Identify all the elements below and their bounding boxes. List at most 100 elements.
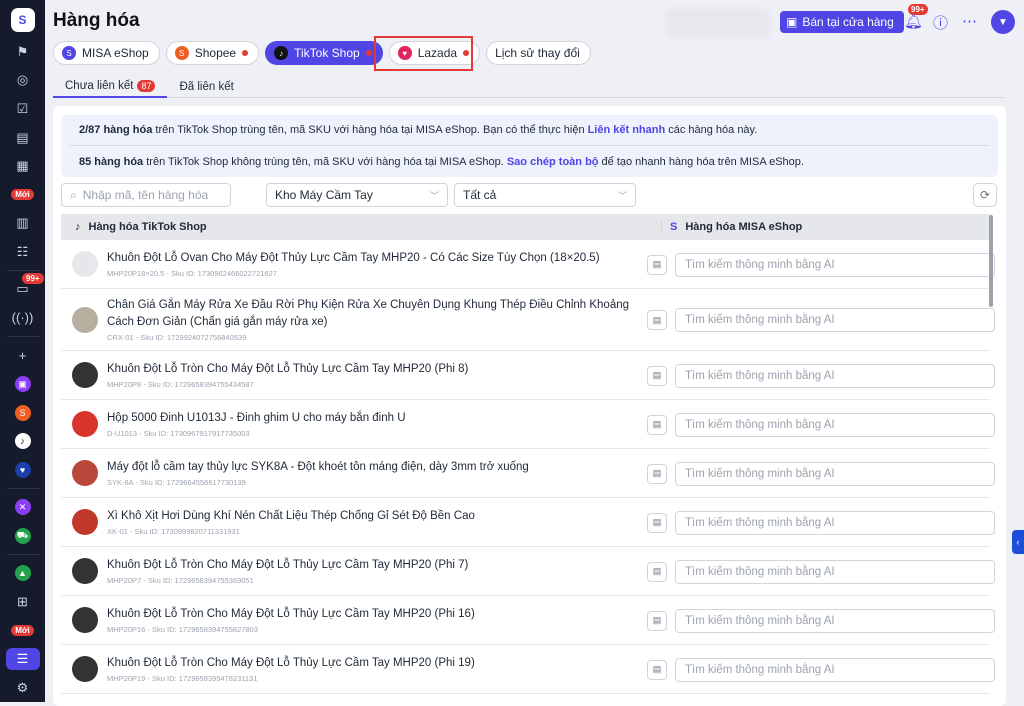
ai-search-input[interactable]: Tìm kiếm thông minh bằng AI [675,657,995,682]
product-thumbnail [72,411,98,437]
tab-change-history[interactable]: Lịch sử thay đổi [486,41,591,65]
table-row: Xì Khô Xịt Hơi Dùng Khí Nén Chất Liệu Th… [61,498,995,547]
info-text: trên TikTok Shop không trùng tên, mã SKU… [146,155,504,168]
pos-store-icon[interactable]: ▣ [0,370,45,399]
create-product-button[interactable]: ▤ [647,365,667,386]
tab-unlinked[interactable]: Chưa liên kết 87 [53,76,168,98]
help-icon[interactable]: ⓘ [933,12,948,33]
apps-icon[interactable]: ⊞ [0,588,45,617]
count-badge: 87 [137,80,156,92]
lazada-icon[interactable]: ♥ [0,455,45,484]
shopee-icon[interactable]: S [0,398,45,427]
app-logo[interactable]: S [10,8,35,32]
product-name: Khuôn Đột Lỗ Tròn Cho Máy Đột Lỗ Thủy Lự… [107,559,469,571]
menu-list-icon[interactable]: ☰ [0,645,45,674]
more-icon[interactable]: ⋯ [962,12,977,30]
new-feature-icon[interactable]: Mới [0,180,45,209]
tab-label: Chưa liên kết [65,80,134,92]
tab-misa-eshop[interactable]: S MISA eShop [53,41,160,65]
ai-search-input[interactable]: Tìm kiếm thông minh bằng AI [675,510,995,535]
create-product-button[interactable]: ▤ [647,414,667,435]
tiktok-icon: ♪ [75,221,81,233]
product-sku: SYK-8A - Sku ID: 1729664556617730139 [107,478,246,487]
app-a-icon[interactable]: ▲ [0,559,45,588]
status-value: Tất cả [463,188,497,202]
list-icon[interactable]: ☷ [0,238,45,267]
product-name: Khuôn Đột Lỗ Tròn Cho Máy Đột Lỗ Thủy Lự… [107,608,475,620]
product-name: Xì Khô Xịt Hơi Dùng Khí Nén Chất Liệu Th… [107,510,475,522]
refresh-button[interactable]: ⟳ [973,183,997,207]
info-text: trên TikTok Shop trùng tên, mã SKU với h… [155,124,585,136]
order-check-icon[interactable]: ☑ [0,95,45,124]
product-thumbnail [72,558,98,584]
dashboard-icon[interactable]: ◎ [0,66,45,95]
link-status-tabs: Chưa liên kết 87 Đã liên kết [53,76,1005,98]
document-icon[interactable]: ▤ [0,123,45,152]
create-product-button[interactable]: ▤ [647,610,667,631]
product-thumbnail [72,251,98,277]
ai-search-input[interactable]: Tìm kiếm thông minh bằng AI [675,252,995,277]
receipt-icon[interactable]: ▦ [0,152,45,181]
tiktok-icon[interactable]: ♪ [0,427,45,456]
copy-all-link[interactable]: Sao chép toàn bộ [507,156,599,168]
content-card: 2/87 hàng hóa trên TikTok Shop trùng tên… [53,106,1006,706]
ai-search-input[interactable]: Tìm kiếm thông minh bằng AI [675,412,995,437]
add-icon[interactable]: + [0,341,45,370]
new-feature-icon[interactable]: Mới [0,616,45,645]
product-thumbnail [72,306,98,333]
tab-label: MISA eShop [82,46,149,60]
create-product-button[interactable]: ▤ [647,512,667,533]
misa-logo-icon: S [670,221,678,233]
warehouse-select[interactable]: Kho Máy Cầm Tay ﹀ [266,183,448,207]
broadcast-icon[interactable]: ((·)) [0,304,45,333]
ai-search-placeholder: Tìm kiếm thông minh bằng AI [685,418,835,431]
status-select[interactable]: Tất cả ﹀ [454,183,636,207]
flag-icon[interactable]: ⚑ [0,38,45,67]
create-product-button[interactable]: ▤ [647,561,667,582]
ai-search-placeholder: Tìm kiếm thông minh bằng AI [685,314,835,326]
create-product-button[interactable]: ▤ [647,463,667,484]
ai-search-placeholder: Tìm kiếm thông minh bằng AI [685,258,835,271]
product-sku: XK-01 - Sku ID: 1730999820711331931 [107,527,240,536]
ai-search-input[interactable]: Tìm kiếm thông minh bằng AI [675,608,995,633]
ai-search-input[interactable]: Tìm kiếm thông minh bằng AI [675,559,995,584]
scrollbar[interactable] [989,215,993,307]
create-product-button[interactable]: ▤ [647,659,667,680]
product-name: Hộp 5000 Đinh U1013J - Đinh ghim U cho m… [107,412,406,424]
info-banner: 2/87 hàng hóa trên TikTok Shop trùng tên… [61,115,998,177]
file-icon: ▤ [652,419,662,429]
misa-logo-icon: S [62,46,76,60]
quick-link-link[interactable]: Liên kết nhanh [588,124,666,136]
tab-tiktok-shop[interactable]: ♪ TikTok Shop [265,41,383,65]
ai-search-input[interactable]: Tìm kiếm thông minh bằng AI [675,461,995,486]
search-input[interactable]: ⌕ Nhập mã, tên hàng hóa [61,183,231,207]
table-row: Khuôn Đột Lỗ Tròn Cho Máy Đột Lỗ Thủy Lự… [61,547,995,596]
warehouse-value: Kho Máy Cầm Tay [275,188,373,202]
ai-search-input[interactable]: Tìm kiếm thông minh bằng AI [675,308,995,332]
side-panel-toggle[interactable]: ‹ [1012,530,1024,554]
product-name: Khuôn Đột Lỗ Tròn Cho Máy Đột Lỗ Thủy Lự… [107,657,475,669]
product-thumbnail [72,509,98,535]
divider [6,270,39,272]
file-icon: ▤ [652,566,662,576]
tab-linked[interactable]: Đã liên kết [167,76,245,98]
product-thumbnail [72,607,98,633]
settings-icon[interactable]: ⚙ [0,673,45,702]
info-text: để tạo nhanh hàng hóa trên MISA eShop. [601,155,804,168]
account-menu-button[interactable]: ▼ [991,10,1015,34]
report-icon[interactable]: ▥ [0,209,45,238]
chat-icon[interactable]: ▭ 99+ [0,273,45,304]
tab-shopee[interactable]: S Shopee [165,41,260,65]
product-thumbnail [72,362,98,388]
product-name: Máy đột lỗ cầm tay thủy lực SYK8A - Đột … [107,461,529,473]
create-product-button[interactable]: ▤ [647,254,667,275]
store-icon: ▣ [786,15,798,29]
pos-button[interactable]: ▣ Bán tại cửa hàng [780,11,904,33]
share-icon[interactable]: ✕ [0,493,45,522]
store-selector[interactable] [665,8,770,38]
ai-search-input[interactable]: Tìm kiếm thông minh bằng AI [675,363,995,388]
tab-label: Shopee [194,46,237,60]
cart-icon[interactable]: ⛟ [0,522,45,551]
create-product-button[interactable]: ▤ [647,310,667,330]
divider [6,554,39,556]
